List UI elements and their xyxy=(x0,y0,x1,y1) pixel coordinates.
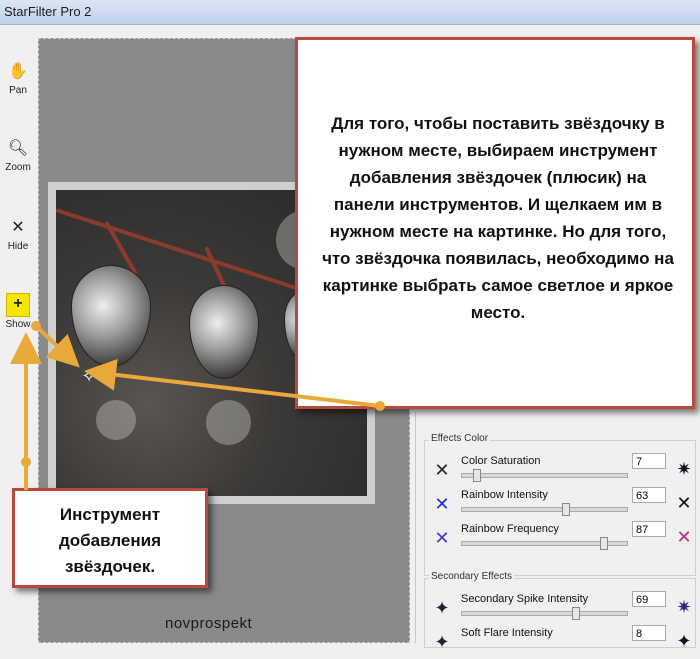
hand-icon: ✋ xyxy=(8,63,28,80)
show-label: Show xyxy=(5,319,31,330)
instruction-text: Для того, чтобы поставить звёздочку в ну… xyxy=(322,114,674,322)
secondary-spike-label: Secondary Spike Intensity xyxy=(461,593,589,605)
slider-thumb[interactable] xyxy=(600,537,609,550)
soft-flare-label: Soft Flare Intensity xyxy=(461,627,553,639)
star-preview-icon: ✕ xyxy=(676,527,692,547)
slider-thumb[interactable] xyxy=(571,607,580,620)
hide-tool[interactable]: ✕ Hide xyxy=(0,217,36,252)
zoom-tool[interactable]: 🔍︎ Zoom xyxy=(0,138,36,173)
x-icon: ✕ xyxy=(11,219,25,236)
hide-label: Hide xyxy=(7,241,29,252)
soft-flare-row: ✦ Soft Flare Intensity 8 ✦ xyxy=(425,625,697,659)
tool-callout: Инструмент добавления звёздочек. xyxy=(12,488,208,588)
star-preview-icon: ✷ xyxy=(676,459,692,479)
secondary-spike-value[interactable]: 69 xyxy=(632,591,666,607)
settings-panel: Effects Color ✕ Color Saturation 7 ✷ ✕ R… xyxy=(415,412,700,652)
star-preview-icon: ✕ xyxy=(676,493,692,513)
secondary-effects-title: Secondary Effects xyxy=(429,571,514,582)
bokeh-light xyxy=(206,400,251,445)
rainbow-frequency-label: Rainbow Frequency xyxy=(461,523,559,535)
color-saturation-row: ✕ Color Saturation 7 ✷ xyxy=(425,453,697,487)
title-bar: StarFilter Pro 2 xyxy=(0,0,700,25)
rainbow-frequency-slider[interactable] xyxy=(461,537,628,550)
water-drop xyxy=(71,265,151,367)
slider-thumb[interactable] xyxy=(473,469,482,482)
zoom-label: Zoom xyxy=(5,162,31,173)
rainbow-frequency-row: ✕ Rainbow Frequency 87 ✕ xyxy=(425,521,697,555)
water-drop xyxy=(189,285,259,379)
secondary-spike-row: ✦ Secondary Spike Intensity 69 ✷ xyxy=(425,591,697,625)
pan-label: Pan xyxy=(9,85,27,96)
secondary-spike-slider[interactable] xyxy=(461,607,628,620)
rainbow-intensity-label: Rainbow Intensity xyxy=(461,489,548,501)
soft-flare-value[interactable]: 8 xyxy=(632,625,666,641)
color-saturation-label: Color Saturation xyxy=(461,455,541,467)
slider-thumb[interactable] xyxy=(562,503,571,516)
bokeh-light xyxy=(96,400,136,440)
rainbow-intensity-value[interactable]: 63 xyxy=(632,487,666,503)
tool-callout-text: Инструмент добавления звёздочек. xyxy=(58,505,162,576)
rainbow-intensity-slider[interactable] xyxy=(461,503,628,516)
star-preview-icon: ✕ xyxy=(434,528,450,548)
magnifier-icon: 🔍︎ xyxy=(7,140,29,157)
watermark: novprospekt xyxy=(165,615,253,632)
effects-color-title: Effects Color xyxy=(429,433,491,444)
star-preview-icon: ✕ xyxy=(434,494,450,514)
secondary-effects-group: Secondary Effects ✦ Secondary Spike Inte… xyxy=(424,571,697,652)
rainbow-intensity-row: ✕ Rainbow Intensity 63 ✕ xyxy=(425,487,697,521)
window-title: StarFilter Pro 2 xyxy=(4,4,92,19)
color-saturation-value[interactable]: 7 xyxy=(632,453,666,469)
star-preview-icon: ✦ xyxy=(434,632,450,652)
show-tool[interactable]: + Show xyxy=(0,293,36,330)
star-preview-icon: ✦ xyxy=(434,598,450,618)
pan-tool[interactable]: ✋ Pan xyxy=(0,61,36,96)
star-preview-icon: ✷ xyxy=(676,597,692,617)
star-cursor-icon: ✧ xyxy=(81,366,97,386)
star-preview-icon: ✕ xyxy=(434,460,450,480)
rainbow-frequency-value[interactable]: 87 xyxy=(632,521,666,537)
color-saturation-slider[interactable] xyxy=(461,469,628,482)
effects-color-group: Effects Color ✕ Color Saturation 7 ✷ ✕ R… xyxy=(424,433,697,576)
instruction-callout: Для того, чтобы поставить звёздочку в ну… xyxy=(295,37,695,409)
star-preview-icon: ✦ xyxy=(676,631,692,651)
plus-icon: + xyxy=(6,293,30,317)
